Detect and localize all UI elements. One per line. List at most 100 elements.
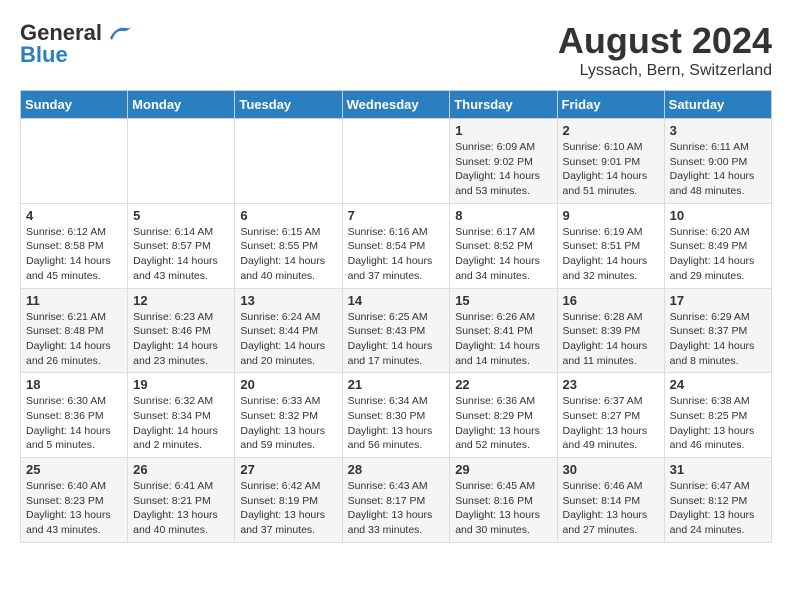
calendar-cell: 7 Sunrise: 6:16 AM Sunset: 8:54 PM Daylig… [342,203,450,288]
calendar-cell: 11 Sunrise: 6:21 AM Sunset: 8:48 PM Dayli… [21,288,128,373]
calendar-cell: 29 Sunrise: 6:45 AM Sunset: 8:16 PM Dayli… [450,458,557,543]
col-header-sunday: Sunday [21,91,128,119]
day-number: 26 [133,462,229,477]
day-info: Sunrise: 6:29 AM Sunset: 8:37 PM Dayligh… [670,310,766,369]
day-number: 16 [563,293,659,308]
day-info: Sunrise: 6:33 AM Sunset: 8:32 PM Dayligh… [240,394,336,453]
page-title: August 2024 [558,20,772,62]
day-info: Sunrise: 6:25 AM Sunset: 8:43 PM Dayligh… [348,310,445,369]
day-info: Sunrise: 6:23 AM Sunset: 8:46 PM Dayligh… [133,310,229,369]
logo-blue: Blue [20,42,68,68]
day-info: Sunrise: 6:28 AM Sunset: 8:39 PM Dayligh… [563,310,659,369]
day-info: Sunrise: 6:30 AM Sunset: 8:36 PM Dayligh… [26,394,122,453]
calendar-cell: 4 Sunrise: 6:12 AM Sunset: 8:58 PM Daylig… [21,203,128,288]
calendar-cell: 30 Sunrise: 6:46 AM Sunset: 8:14 PM Dayli… [557,458,664,543]
calendar-cell: 2 Sunrise: 6:10 AM Sunset: 9:01 PM Daylig… [557,119,664,204]
col-header-tuesday: Tuesday [235,91,342,119]
day-number: 20 [240,377,336,392]
day-info: Sunrise: 6:20 AM Sunset: 8:49 PM Dayligh… [670,225,766,284]
day-number: 12 [133,293,229,308]
day-info: Sunrise: 6:10 AM Sunset: 9:01 PM Dayligh… [563,140,659,199]
calendar-cell: 19 Sunrise: 6:32 AM Sunset: 8:34 PM Dayli… [128,373,235,458]
calendar-cell: 16 Sunrise: 6:28 AM Sunset: 8:39 PM Dayli… [557,288,664,373]
day-number: 13 [240,293,336,308]
day-info: Sunrise: 6:16 AM Sunset: 8:54 PM Dayligh… [348,225,445,284]
day-info: Sunrise: 6:45 AM Sunset: 8:16 PM Dayligh… [455,479,551,538]
calendar-cell: 13 Sunrise: 6:24 AM Sunset: 8:44 PM Dayli… [235,288,342,373]
calendar-cell: 15Sunrise: 6:26 AM Sunset: 8:41 PM Dayli… [450,288,557,373]
day-number: 7 [348,208,445,223]
day-number: 8 [455,208,551,223]
col-header-thursday: Thursday [450,91,557,119]
title-block: August 2024 Lyssach, Bern, Switzerland [558,20,772,80]
day-info: Sunrise: 6:47 AM Sunset: 8:12 PM Dayligh… [670,479,766,538]
day-number: 1 [455,123,551,138]
calendar-week-4: 18 Sunrise: 6:30 AM Sunset: 8:36 PM Dayli… [21,373,772,458]
calendar-cell: 24Sunrise: 6:38 AM Sunset: 8:25 PM Dayli… [664,373,771,458]
day-info: Sunrise: 6:41 AM Sunset: 8:21 PM Dayligh… [133,479,229,538]
day-info: Sunrise: 6:32 AM Sunset: 8:34 PM Dayligh… [133,394,229,453]
day-info: Sunrise: 6:09 AM Sunset: 9:02 PM Dayligh… [455,140,551,199]
calendar-cell: 1 Sunrise: 6:09 AM Sunset: 9:02 PM Daylig… [450,119,557,204]
day-number: 9 [563,208,659,223]
day-number: 24 [670,377,766,392]
day-number: 10 [670,208,766,223]
col-header-wednesday: Wednesday [342,91,450,119]
calendar-cell: 27Sunrise: 6:42 AM Sunset: 8:19 PM Dayli… [235,458,342,543]
day-number: 29 [455,462,551,477]
calendar-cell: 22Sunrise: 6:36 AM Sunset: 8:29 PM Dayli… [450,373,557,458]
calendar-cell: 10 Sunrise: 6:20 AM Sunset: 8:49 PM Dayli… [664,203,771,288]
day-number: 23 [563,377,659,392]
day-info: Sunrise: 6:21 AM Sunset: 8:48 PM Dayligh… [26,310,122,369]
day-number: 27 [240,462,336,477]
day-info: Sunrise: 6:24 AM Sunset: 8:44 PM Dayligh… [240,310,336,369]
day-number: 21 [348,377,445,392]
day-number: 30 [563,462,659,477]
day-info: Sunrise: 6:43 AM Sunset: 8:17 PM Dayligh… [348,479,445,538]
day-number: 25 [26,462,122,477]
calendar-cell: 8 Sunrise: 6:17 AM Sunset: 8:52 PM Daylig… [450,203,557,288]
day-number: 14 [348,293,445,308]
day-number: 2 [563,123,659,138]
calendar-cell [21,119,128,204]
day-number: 19 [133,377,229,392]
calendar-cell: 3Sunrise: 6:11 AM Sunset: 9:00 PM Daylig… [664,119,771,204]
day-number: 28 [348,462,445,477]
calendar-cell: 12 Sunrise: 6:23 AM Sunset: 8:46 PM Dayli… [128,288,235,373]
day-number: 11 [26,293,122,308]
calendar-cell: 25 Sunrise: 6:40 AM Sunset: 8:23 PM Dayli… [21,458,128,543]
day-info: Sunrise: 6:46 AM Sunset: 8:14 PM Dayligh… [563,479,659,538]
calendar-cell: 5Sunrise: 6:14 AM Sunset: 8:57 PM Daylig… [128,203,235,288]
col-header-friday: Friday [557,91,664,119]
calendar-cell: 31 Sunrise: 6:47 AM Sunset: 8:12 PM Dayli… [664,458,771,543]
day-info: Sunrise: 6:17 AM Sunset: 8:52 PM Dayligh… [455,225,551,284]
calendar-cell: 6Sunrise: 6:15 AM Sunset: 8:55 PM Daylig… [235,203,342,288]
calendar-cell: 14 Sunrise: 6:25 AM Sunset: 8:43 PM Dayli… [342,288,450,373]
calendar-cell: 20 Sunrise: 6:33 AM Sunset: 8:32 PM Dayli… [235,373,342,458]
day-number: 15 [455,293,551,308]
day-number: 22 [455,377,551,392]
day-info: Sunrise: 6:37 AM Sunset: 8:27 PM Dayligh… [563,394,659,453]
calendar-week-5: 25 Sunrise: 6:40 AM Sunset: 8:23 PM Dayli… [21,458,772,543]
day-number: 4 [26,208,122,223]
day-number: 6 [240,208,336,223]
col-header-monday: Monday [128,91,235,119]
calendar-cell: 9 Sunrise: 6:19 AM Sunset: 8:51 PM Daylig… [557,203,664,288]
day-info: Sunrise: 6:12 AM Sunset: 8:58 PM Dayligh… [26,225,122,284]
calendar-week-1: 1 Sunrise: 6:09 AM Sunset: 9:02 PM Daylig… [21,119,772,204]
calendar-week-2: 4 Sunrise: 6:12 AM Sunset: 8:58 PM Daylig… [21,203,772,288]
day-info: Sunrise: 6:40 AM Sunset: 8:23 PM Dayligh… [26,479,122,538]
logo: General Blue [20,20,134,68]
calendar-cell: 28 Sunrise: 6:43 AM Sunset: 8:17 PM Dayli… [342,458,450,543]
day-info: Sunrise: 6:19 AM Sunset: 8:51 PM Dayligh… [563,225,659,284]
calendar-cell: 26 Sunrise: 6:41 AM Sunset: 8:21 PM Dayli… [128,458,235,543]
calendar-cell [235,119,342,204]
calendar-cell: 17Sunrise: 6:29 AM Sunset: 8:37 PM Dayli… [664,288,771,373]
day-info: Sunrise: 6:11 AM Sunset: 9:00 PM Dayligh… [670,140,766,199]
day-number: 18 [26,377,122,392]
day-number: 31 [670,462,766,477]
day-info: Sunrise: 6:14 AM Sunset: 8:57 PM Dayligh… [133,225,229,284]
calendar-cell: 21Sunrise: 6:34 AM Sunset: 8:30 PM Dayli… [342,373,450,458]
calendar-header-row: SundayMondayTuesdayWednesdayThursdayFrid… [21,91,772,119]
calendar-table: SundayMondayTuesdayWednesdayThursdayFrid… [20,90,772,543]
